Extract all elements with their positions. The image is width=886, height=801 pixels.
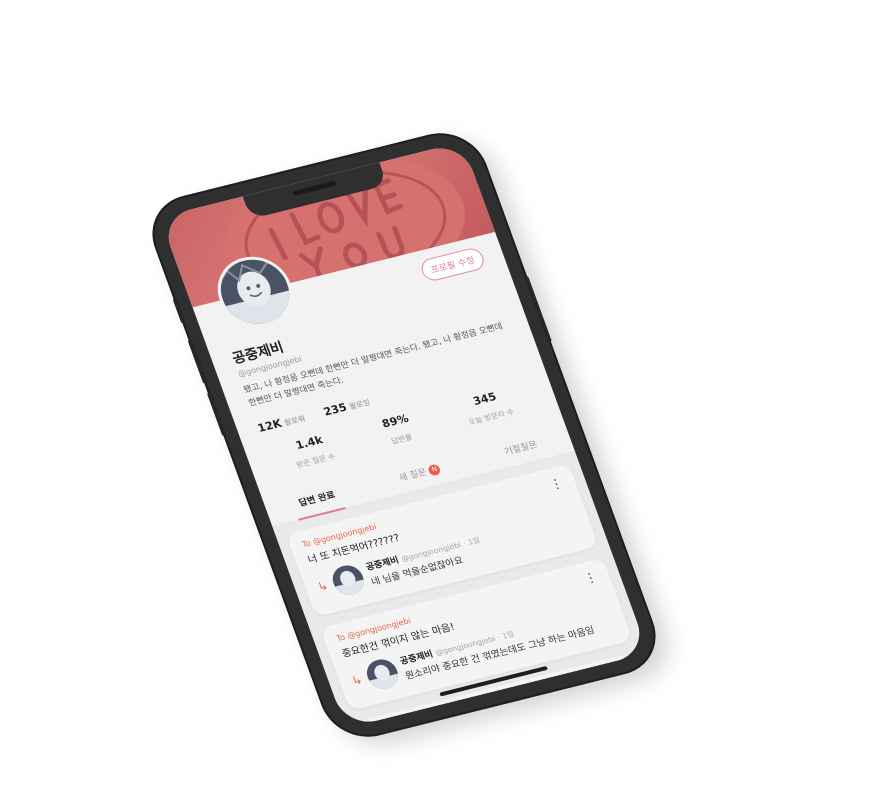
tab-label: 거절질문 — [503, 440, 539, 458]
reply-arrow-icon: ↳ — [315, 578, 331, 595]
speaker — [291, 180, 337, 197]
following-count: 235 — [321, 400, 349, 419]
stat-received-questions: 1.4k 받은 질문 수 — [288, 432, 337, 472]
following-label: 팔로잉 — [348, 397, 372, 412]
followers-count: 12K — [255, 416, 284, 435]
following-stat[interactable]: 235팔로잉 — [320, 390, 372, 419]
edit-profile-button[interactable]: 프로필 수정 — [418, 246, 487, 283]
reply-arrow-icon: ↳ — [349, 672, 365, 689]
followers-stat[interactable]: 12K팔로워 — [254, 406, 307, 435]
stat-label: 받은 질문 수 — [295, 451, 337, 470]
stat-answer-rate: 89% 답변률 — [380, 412, 417, 448]
stat-label: 답변률 — [390, 432, 414, 446]
answer-avatar[interactable] — [328, 562, 369, 598]
stat-value: 1.4k — [293, 433, 325, 453]
avatar-image — [328, 562, 369, 598]
new-badge: N — [427, 463, 442, 477]
tab-rejected[interactable]: 거절질문 — [499, 430, 542, 467]
answer-time: · 1일 — [462, 535, 482, 548]
stat-label: 오늘 방문자 수 — [467, 406, 516, 427]
stat-value: 345 — [471, 390, 499, 408]
stat-visitors-today: 345 오늘 방문자 수 — [460, 387, 516, 428]
followers-label: 팔로워 — [283, 413, 307, 428]
answer-time: · 1일 — [496, 629, 516, 642]
tab-label: 답변 완료 — [297, 490, 337, 509]
tab-label: 새 질문 — [397, 467, 429, 484]
answer-avatar[interactable] — [362, 656, 403, 692]
phone-mockup: 프로필 수정 공중제비 @gongjoongjebi 됐고, 나 황정음 오뻔데… — [142, 126, 666, 744]
stat-value: 89% — [380, 411, 411, 431]
avatar-image — [362, 656, 403, 692]
